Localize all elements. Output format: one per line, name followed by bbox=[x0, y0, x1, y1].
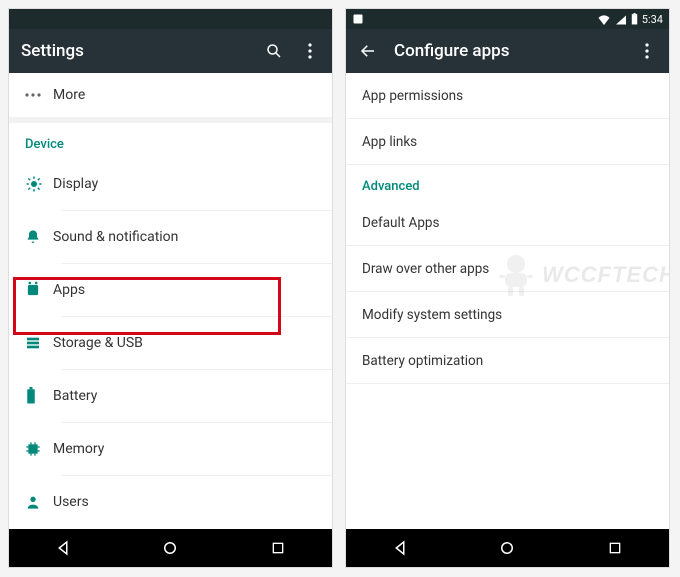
row-display[interactable]: Display bbox=[9, 158, 332, 210]
row-label: Default Apps bbox=[362, 215, 439, 231]
overflow-menu-icon[interactable] bbox=[300, 41, 320, 61]
wifi-icon bbox=[597, 14, 611, 25]
appbar-configure: Configure apps bbox=[346, 29, 669, 73]
more-icon bbox=[25, 93, 53, 97]
nav-recent-button[interactable] bbox=[258, 536, 298, 560]
nav-back-button[interactable] bbox=[380, 536, 420, 560]
row-modify-system[interactable]: Modify system settings bbox=[346, 292, 669, 338]
status-bar-right: 5:34 bbox=[346, 9, 669, 29]
row-more[interactable]: More bbox=[9, 73, 332, 117]
row-label: Battery optimization bbox=[362, 353, 483, 369]
nav-back-button[interactable] bbox=[43, 536, 83, 560]
row-display-label: Display bbox=[53, 176, 316, 192]
row-app-permissions[interactable]: App permissions bbox=[346, 73, 669, 119]
nav-bar-left bbox=[9, 529, 332, 567]
row-battery[interactable]: Battery bbox=[9, 370, 332, 422]
nav-home-button[interactable] bbox=[150, 536, 190, 560]
row-memory[interactable]: Memory bbox=[9, 423, 332, 475]
signal-icon bbox=[615, 14, 627, 25]
row-label: Modify system settings bbox=[362, 307, 502, 323]
row-sound[interactable]: Sound & notification bbox=[9, 211, 332, 263]
row-more-label: More bbox=[53, 87, 316, 103]
phone-settings: Settings More Device bbox=[8, 8, 333, 568]
search-icon[interactable] bbox=[264, 41, 284, 61]
row-apps-label: Apps bbox=[53, 282, 316, 298]
row-label: Draw over other apps bbox=[362, 261, 489, 277]
appbar-settings: Settings bbox=[9, 29, 332, 73]
row-apps[interactable]: Apps bbox=[9, 264, 332, 316]
nav-home-button[interactable] bbox=[487, 536, 527, 560]
row-label: App links bbox=[362, 134, 417, 150]
appbar-configure-title: Configure apps bbox=[394, 41, 621, 61]
battery-icon bbox=[25, 387, 53, 405]
overflow-menu-icon[interactable] bbox=[637, 41, 657, 61]
row-label: App permissions bbox=[362, 88, 463, 104]
row-storage[interactable]: Storage & USB bbox=[9, 317, 332, 369]
appbar-title: Settings bbox=[21, 41, 248, 61]
row-sound-label: Sound & notification bbox=[53, 229, 316, 245]
phone-configure-apps: 5:34 Configure apps App permissions App … bbox=[345, 8, 670, 568]
row-battery-opt[interactable]: Battery optimization bbox=[346, 338, 669, 384]
status-bar-left bbox=[9, 9, 332, 29]
display-icon bbox=[25, 175, 53, 193]
bell-icon bbox=[25, 228, 53, 246]
row-memory-label: Memory bbox=[53, 441, 316, 457]
nav-recent-button[interactable] bbox=[595, 536, 635, 560]
battery-status-icon bbox=[631, 13, 638, 25]
row-draw-over[interactable]: Draw over other apps bbox=[346, 246, 669, 292]
row-users[interactable]: Users bbox=[9, 476, 332, 528]
user-icon bbox=[25, 494, 53, 510]
memory-icon bbox=[25, 441, 53, 457]
storage-icon bbox=[25, 335, 53, 351]
settings-content: More Device Display Sound & notification bbox=[9, 73, 332, 529]
back-arrow-icon[interactable] bbox=[358, 41, 378, 61]
row-default-apps[interactable]: Default Apps bbox=[346, 200, 669, 246]
nav-bar-right bbox=[346, 529, 669, 567]
configure-content: App permissions App links Advanced Defau… bbox=[346, 73, 669, 529]
row-battery-label: Battery bbox=[53, 388, 316, 404]
row-app-links[interactable]: App links bbox=[346, 119, 669, 165]
section-title-advanced: Advanced bbox=[346, 165, 669, 200]
screenshot-notification-icon bbox=[352, 13, 364, 25]
row-users-label: Users bbox=[53, 494, 316, 510]
status-clock: 5:34 bbox=[642, 13, 663, 26]
section-title-device: Device bbox=[9, 123, 332, 158]
apps-icon bbox=[25, 281, 53, 299]
row-storage-label: Storage & USB bbox=[53, 335, 316, 351]
